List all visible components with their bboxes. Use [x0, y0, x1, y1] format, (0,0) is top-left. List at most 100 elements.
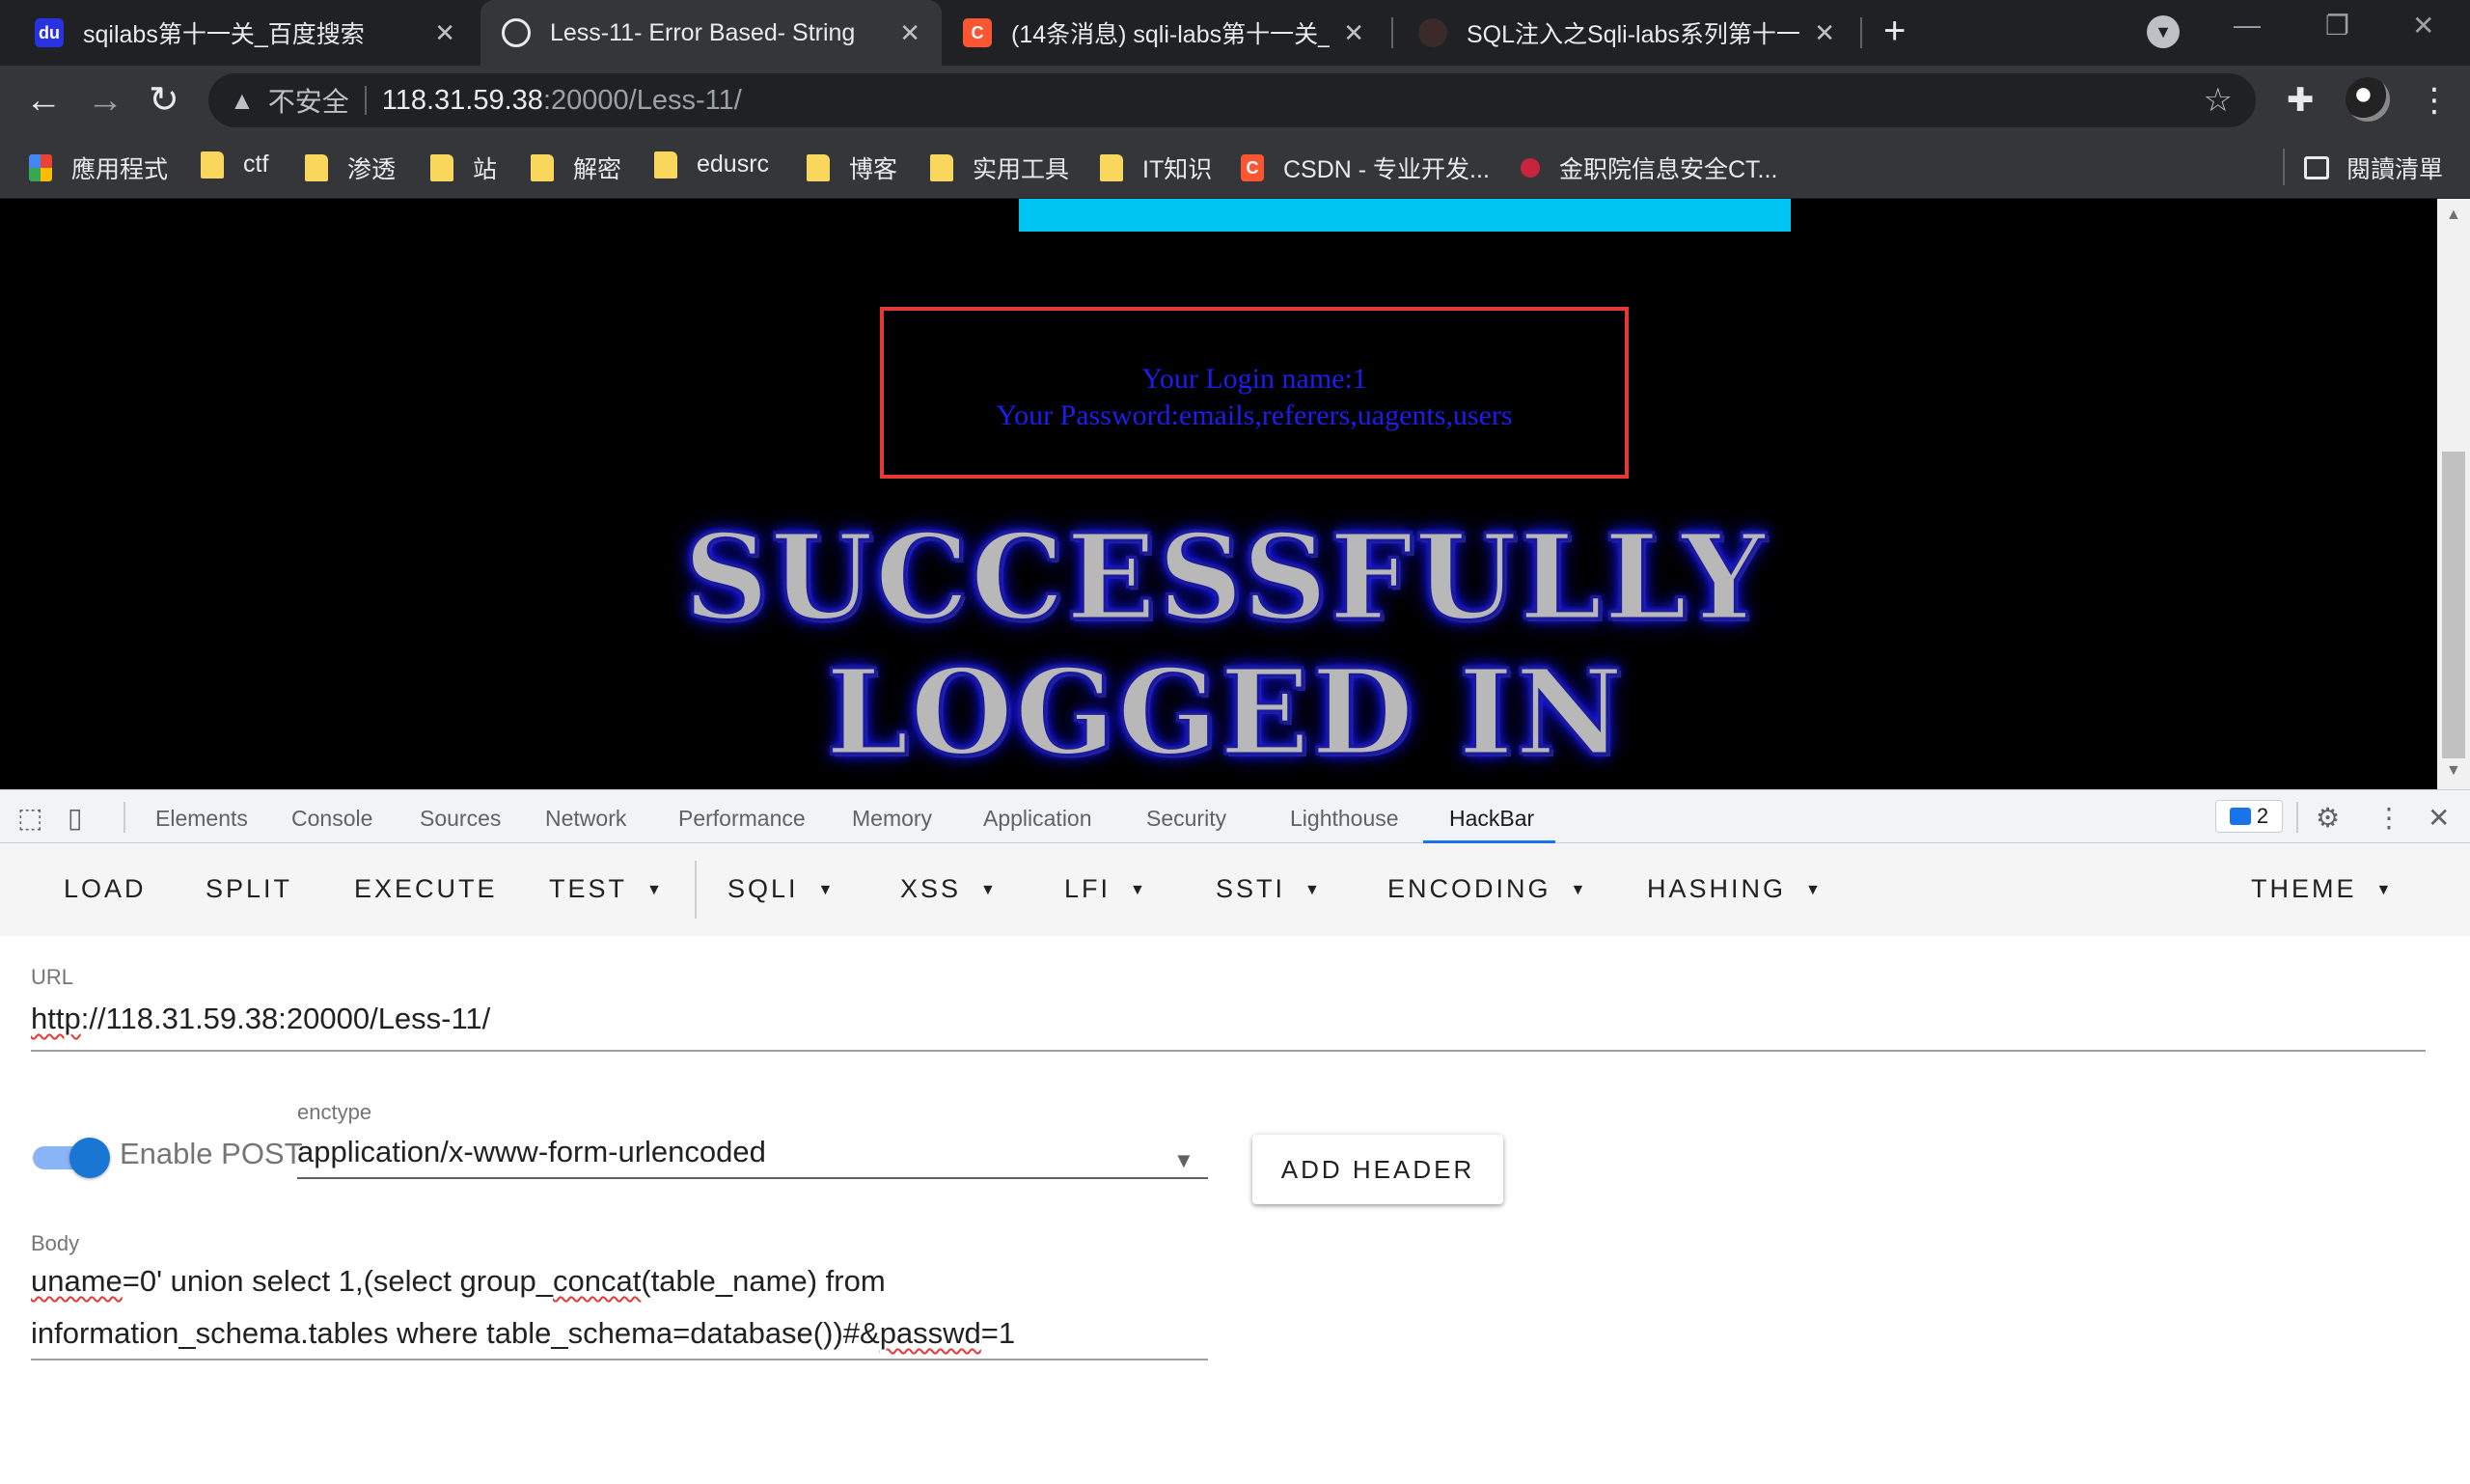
bookmark-label: 站 — [473, 156, 498, 183]
bookmarks-bar: 應用程式 ctf 渗透 站 解密 edusrc 博客 实用工具 IT知识 C CS… — [0, 135, 2470, 199]
hackbar-lfi-menu[interactable]: LFI ▼ — [1064, 874, 1145, 904]
tab-title: (14条消息) sqli-labs第十一关_小 — [1011, 21, 1331, 48]
hackbar-sqli-menu[interactable]: SQLI ▼ — [727, 874, 833, 904]
tab-sqli-series[interactable]: SQL注入之Sqli-labs系列第十一关 ✕ — [1397, 0, 1856, 66]
site-icon — [1521, 158, 1540, 178]
devtools-tab-console[interactable]: Console — [291, 806, 372, 832]
close-devtools-icon[interactable]: ✕ — [2428, 802, 2450, 834]
body-input-line2[interactable]: information_schema.tables where table_sc… — [31, 1316, 1015, 1351]
devtools-tab-hackbar[interactable]: HackBar — [1449, 806, 1534, 832]
issues-count: 2 — [2256, 804, 2269, 828]
window-close-icon[interactable]: ✕ — [2412, 10, 2434, 41]
folder-icon — [1100, 154, 1123, 181]
devtools-tab-network[interactable]: Network — [545, 806, 626, 832]
settings-gear-icon[interactable]: ⚙ — [2316, 802, 2340, 834]
body-input-underline — [31, 1359, 1208, 1360]
close-icon[interactable]: ✕ — [1814, 18, 1835, 48]
minimize-icon[interactable]: — — [2234, 10, 2261, 41]
hackbar-encoding-menu[interactable]: ENCODING ▼ — [1387, 874, 1585, 904]
body-input-line1[interactable]: uname=0' union select 1,(select group_co… — [31, 1264, 886, 1299]
bookmark-edusrc[interactable]: edusrc — [654, 151, 769, 179]
folder-icon — [430, 154, 453, 181]
devtools-tab-memory[interactable]: Memory — [852, 806, 932, 832]
back-arrow-icon[interactable]: ← — [25, 79, 62, 122]
tab-less-11[interactable]: Less-11- Error Based- String ✕ — [480, 0, 942, 66]
profile-avatar[interactable] — [2346, 77, 2390, 122]
issues-badge[interactable]: 2 — [2215, 800, 2283, 833]
bookmark-sites[interactable]: 站 — [430, 151, 497, 185]
scrollbar-thumb[interactable] — [2442, 452, 2465, 758]
devtools-tab-sources[interactable]: Sources — [420, 806, 501, 832]
scroll-up-arrow-icon[interactable]: ▲ — [2446, 206, 2461, 224]
bookmark-blog[interactable]: 博客 — [807, 151, 897, 185]
tab-title: SQL注入之Sqli-labs系列第十一关 — [1467, 21, 1801, 48]
enable-post-toggle[interactable] — [33, 1138, 110, 1178]
security-status[interactable]: 不安全 — [268, 81, 349, 120]
devtools-tab-elements[interactable]: Elements — [155, 806, 248, 832]
toolbar-divider — [695, 861, 697, 919]
devtools-tab-performance[interactable]: Performance — [678, 806, 806, 832]
close-icon[interactable]: ✕ — [434, 18, 455, 48]
enable-post-label: Enable POST — [120, 1137, 303, 1170]
select-arrow-icon[interactable]: ▼ — [1173, 1148, 1194, 1173]
url-input[interactable]: http://118.31.59.38:20000/Less-11/ — [31, 1002, 490, 1036]
bookmark-pentest[interactable]: 渗透 — [305, 151, 396, 185]
bookmark-decrypt[interactable]: 解密 — [531, 151, 621, 185]
folder-icon — [305, 154, 328, 181]
hackbar-execute-button[interactable]: EXECUTE — [354, 874, 498, 904]
tab-baidu-search[interactable]: du sqilabs第十一关_百度搜索 ✕ — [14, 0, 477, 66]
bookmark-it[interactable]: IT知识 — [1100, 151, 1212, 185]
more-vert-icon[interactable]: ⋮ — [2418, 81, 2451, 120]
folder-icon — [201, 151, 224, 179]
more-vert-icon[interactable]: ⋮ — [2375, 802, 2402, 834]
restore-icon[interactable]: ❐ — [2325, 10, 2349, 41]
baidu-paw-icon: du — [35, 18, 64, 47]
enctype-select[interactable]: application/x-www-form-urlencoded — [297, 1135, 766, 1169]
devtools-divider — [2296, 802, 2298, 833]
button-label: LFI — [1064, 874, 1112, 903]
tab-csdn-article[interactable]: C (14条消息) sqli-labs第十一关_小 ✕ — [942, 0, 1386, 66]
forward-arrow-icon[interactable]: → — [87, 79, 124, 122]
bookmark-label: 應用程式 — [71, 156, 169, 183]
extensions-puzzle-icon[interactable]: ✚ — [2287, 81, 2315, 120]
device-toolbar-icon[interactable]: ▯ — [68, 802, 82, 834]
inspect-element-icon[interactable]: ⬚ — [17, 802, 42, 834]
address-bar[interactable]: ▲ 不安全 118.31.59.38:20000/Less-11/ ☆ — [208, 73, 2256, 127]
password-text: Your Password:emails,referers,uagents,us… — [996, 399, 1513, 431]
body-token: passwd — [879, 1316, 981, 1350]
bookmark-ctf[interactable]: ctf — [201, 151, 268, 179]
hackbar-form: URL http://118.31.59.38:20000/Less-11/ E… — [0, 936, 2470, 1484]
reading-list[interactable]: 閱讀清單 — [2304, 151, 2443, 185]
folder-icon — [930, 154, 953, 181]
hackbar-hashing-menu[interactable]: HASHING ▼ — [1647, 874, 1821, 904]
hackbar-xss-menu[interactable]: XSS ▼ — [900, 874, 996, 904]
devtools-tab-lighthouse[interactable]: Lighthouse — [1290, 806, 1399, 832]
caret-down-icon: ▼ — [1304, 881, 1320, 898]
warning-triangle-icon[interactable]: ▲ — [230, 86, 255, 116]
scroll-down-arrow-icon[interactable]: ▼ — [2446, 762, 2461, 780]
close-icon[interactable]: ✕ — [1343, 18, 1364, 48]
close-icon[interactable]: ✕ — [899, 18, 920, 48]
bookmark-tools[interactable]: 实用工具 — [930, 151, 1069, 185]
bookmark-apps[interactable]: 應用程式 — [29, 151, 168, 185]
hackbar-load-button[interactable]: LOAD — [64, 874, 147, 904]
page-scrollbar[interactable]: ▲ ▼ — [2437, 199, 2470, 789]
bookmark-star-icon[interactable]: ☆ — [2204, 81, 2233, 120]
hackbar-theme-menu[interactable]: THEME ▼ — [2251, 874, 2391, 904]
devtools-tab-application[interactable]: Application — [983, 806, 1092, 832]
folder-icon — [654, 151, 677, 179]
tab-separator — [1391, 17, 1393, 48]
hackbar-split-button[interactable]: SPLIT — [206, 874, 292, 904]
body-label: Body — [31, 1231, 80, 1255]
devtools-tab-security[interactable]: Security — [1146, 806, 1226, 832]
bookmark-label: 金职院信息安全CT... — [1559, 156, 1778, 183]
bookmark-csdn[interactable]: C CSDN - 专业开发... — [1241, 151, 1490, 185]
folder-icon — [807, 154, 830, 181]
tab-search-chevron-icon[interactable]: ▼ — [2147, 15, 2180, 48]
reload-icon[interactable]: ↻ — [149, 79, 179, 122]
new-tab-plus-icon[interactable]: + — [1883, 10, 1906, 53]
add-header-button[interactable]: ADD HEADER — [1252, 1135, 1503, 1204]
hackbar-test-menu[interactable]: TEST ▼ — [549, 874, 662, 904]
hackbar-ssti-menu[interactable]: SSTI ▼ — [1216, 874, 1320, 904]
bookmark-jzy-ctf[interactable]: 金职院信息安全CT... — [1521, 151, 1777, 185]
